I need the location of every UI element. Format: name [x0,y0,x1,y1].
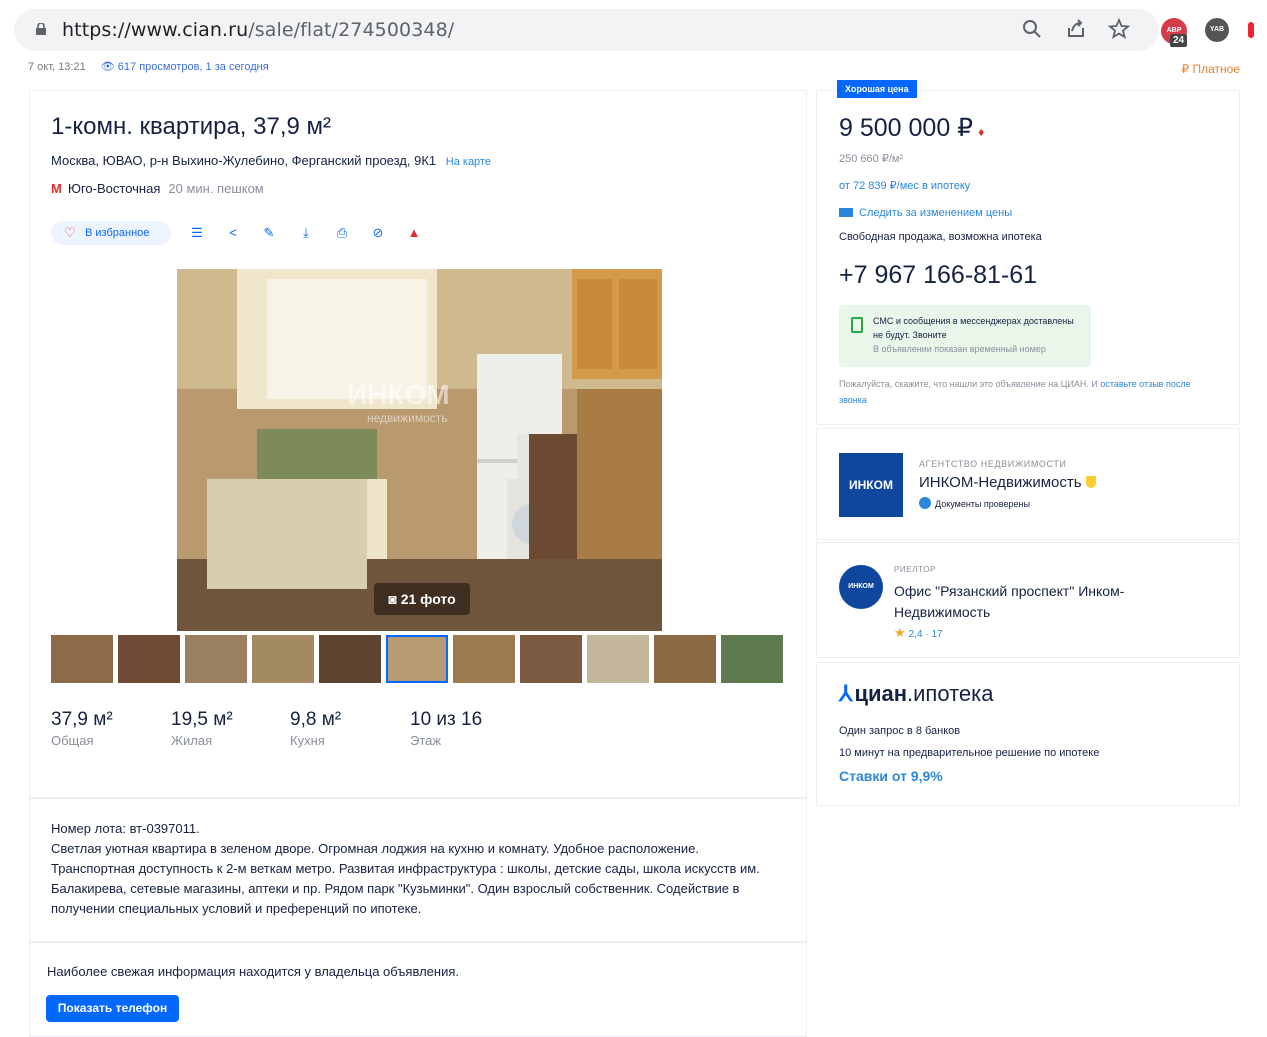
check-icon [919,497,931,509]
share-icon[interactable]: < [223,223,243,243]
extension-badge: 24 [1170,34,1188,47]
realtor-name[interactable]: Офис "Рязанский проспект" Инком-Недвижим… [894,581,1174,623]
mortgage-rates-link[interactable]: Ставки от 9,9% [839,768,943,784]
print-icon[interactable]: ⎙ [332,223,352,243]
sms-warning: СМС и сообщения в мессенджерах доставлен… [839,305,1091,367]
extension-icon[interactable] [1248,22,1254,38]
views-count[interactable]: 👁 617 просмотров, 1 за сегодня [101,61,269,73]
report-icon[interactable]: ▲ [404,223,424,243]
zoom-icon[interactable] [1020,17,1044,41]
photo-watermark: ИНКОМ недвижимость [347,379,450,425]
listing-meta: 7 окт, 13:21 👁 617 просмотров, 1 за сего… [28,60,269,73]
edit-note-icon[interactable]: ✎ [259,223,279,243]
mail-icon [839,208,853,217]
lot-number: Номер лота: вт-0397011. [51,821,200,836]
camera-icon: ◙ [388,591,397,607]
address-text: Москва, ЮВАО, р-н Выхино-Жулебино, Ферга… [51,153,437,168]
realtor-card[interactable]: ИНКОМ РИЕЛТОР Офис "Рязанский проспект" … [816,542,1240,658]
sale-type: Свободная продажа, возможна ипотека [839,231,1042,243]
cian-mention-note: Пожалуйста, скажите, что нашли это объяв… [839,379,1191,405]
description: Номер лота: вт-0397011. Светлая уютная к… [51,819,781,919]
description-text: Светлая уютная квартира в зеленом дворе.… [51,841,760,916]
agency-card[interactable]: ИНКОМ АГЕНТСТВО НЕДВИЖИМОСТИ ИНКОМ-Недви… [816,428,1240,540]
photo-thumbnail[interactable] [319,635,381,683]
section-divider [30,941,806,943]
agency-name[interactable]: ИНКОМ-Недвижимость [919,474,1096,491]
stat-floor: 10 из 16 Этаж [410,709,483,748]
sms-warning-text: СМС и сообщения в мессенджерах доставлен… [873,316,1074,340]
listing-card: 1-комн. квартира, 37,9 м² Москва, ЮВАО, … [29,90,807,1037]
good-price-badge: Хорошая цена [837,80,917,98]
star-icon: ★ [894,625,906,640]
phone-icon [851,317,863,333]
walk-time: 20 мин. пешком [168,181,264,196]
mortgage-banks-text: Один запрос в 8 банков [839,725,961,737]
publish-date: 7 окт, 13:21 [28,61,86,73]
compare-icon[interactable]: ☰ [187,223,207,243]
cian-mortgage-logo: ⅄циан.ипотека [839,681,994,706]
photo-thumbnail[interactable] [185,635,247,683]
eye-icon: 👁 [100,61,115,73]
realtor-label: РИЕЛТОР [894,565,936,574]
photo-thumbnail[interactable] [654,635,716,683]
photo-thumbnail[interactable] [721,635,783,683]
phone-number[interactable]: +7 967 166-81-61 [839,261,1037,290]
paid-badge[interactable]: ₽ Платное [1182,62,1240,76]
mortgage-decision-text: 10 минут на предварительное решение по и… [839,747,1100,759]
stat-kitchen-area: 9,8 м² Кухня [290,709,342,748]
price-card: 9 500 000 ₽ ♦ 250 660 ₽/м² от 72 839 ₽/ме… [816,90,1240,425]
url-text[interactable]: https://www.cian.ru/sale/flat/274500348/ [62,19,454,41]
mortgage-link[interactable]: от 72 839 ₽/мес в ипотеку [839,179,970,192]
hide-icon[interactable]: ⊘ [368,223,388,243]
metro-station[interactable]: Юго-Восточная [68,181,161,196]
heart-icon: ♡ [64,225,76,240]
bookmark-star-icon[interactable] [1107,17,1131,41]
listing-title: 1-комн. квартира, 37,9 м² [51,113,331,140]
price-per-meter: 250 660 ₽/м² [839,153,904,165]
section-divider [30,797,806,799]
price-change-icon[interactable]: ♦ [978,125,984,139]
download-icon[interactable]: ⤓ [296,223,316,243]
cian-mortgage-card[interactable]: ⅄циан.ипотека Один запрос в 8 банков 10 … [816,662,1240,806]
kitchen-photo [177,269,662,631]
photo-thumbnail[interactable] [386,635,448,683]
stat-total-area: 37,9 м² Общая [51,709,113,748]
map-link[interactable]: На карте [446,156,491,168]
address: Москва, ЮВАО, р-н Выхино-Жулебино, Ферга… [51,153,491,168]
follow-price-link[interactable]: Следить за изменением цены [839,207,1012,219]
address-bar[interactable]: https://www.cian.ru/sale/flat/274500348/ [14,9,1159,51]
stat-living-area: 19,5 м² Жилая [171,709,233,748]
extension-icon[interactable]: YAB [1205,18,1229,42]
browser-toolbar: https://www.cian.ru/sale/flat/274500348/… [0,0,1267,58]
realtor-avatar[interactable]: ИНКОМ [839,565,883,609]
photo-thumbnail[interactable] [118,635,180,683]
photo-thumbnail[interactable] [520,635,582,683]
documents-verified: Документы проверены [919,497,1030,509]
fresh-info-note: Наиболее свежая информация находится у в… [47,964,459,979]
realtor-rating[interactable]: ★ 2,4 · 17 [894,625,943,641]
verified-shield-icon [1085,476,1096,488]
metro-info: M Юго-Восточная 20 мин. пешком [51,181,264,196]
favorite-button[interactable]: ♡ В избранное [51,221,171,245]
agency-label: АГЕНТСТВО НЕДВИЖИМОСТИ [919,459,1067,469]
photo-thumbnail[interactable] [51,635,113,683]
photo-thumbnail[interactable] [587,635,649,683]
lock-icon[interactable] [36,23,46,35]
share-icon[interactable] [1064,17,1088,41]
photo-thumbnail[interactable] [453,635,515,683]
metro-icon: M [51,181,62,196]
show-phone-button[interactable]: Показать телефон [46,995,179,1022]
price: 9 500 000 ₽ ♦ [839,114,985,142]
photo-thumbnail[interactable] [252,635,314,683]
main-photo[interactable]: ИНКОМ недвижимость [177,269,662,631]
photo-count-badge[interactable]: ◙ 21 фото [374,583,470,615]
cian-pin-icon: ⅄ [839,681,853,706]
agency-logo[interactable]: ИНКОМ [839,453,903,517]
temporary-number-note: В объявлении показан временный номер [873,344,1046,354]
photo-thumbnails [51,635,786,683]
